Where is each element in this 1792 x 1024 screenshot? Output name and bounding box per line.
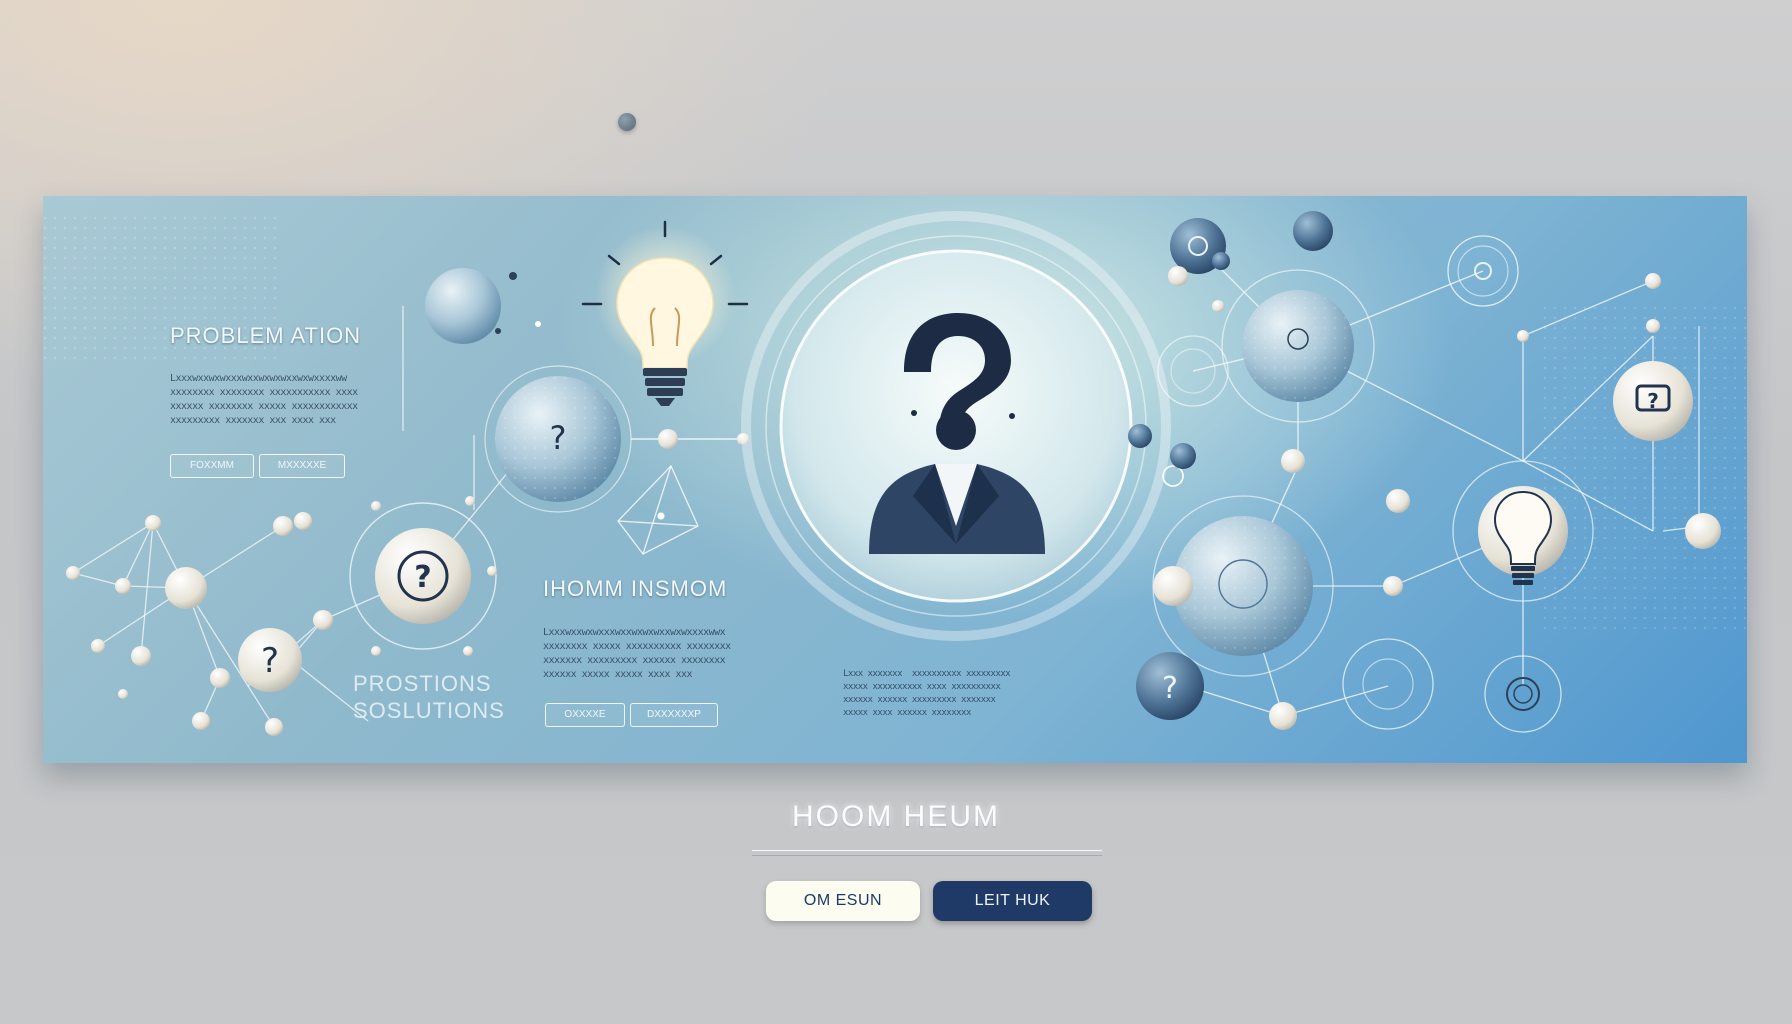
dot-texture (1543, 306, 1747, 636)
insight-text-line: xxxxxxxx xxxxx xxxxxxxxxx xxxxxxxx (543, 641, 731, 652)
problem-button-1[interactable]: FOXXMM (170, 454, 254, 478)
svg-text:?: ? (261, 641, 279, 681)
insight-button-1[interactable]: OXXXXE (545, 703, 625, 727)
problem-button-2[interactable]: MXXXXXE (259, 454, 345, 478)
secondary-cta-button[interactable]: LEIT HUK (933, 881, 1092, 921)
lightbulb-icon (581, 220, 749, 406)
decorative-dot (618, 113, 636, 131)
footer-title: HOOM HEUM (792, 800, 1000, 833)
svg-text:?: ? (1162, 671, 1178, 706)
svg-text:?: ? (1647, 389, 1659, 413)
center-text-line: xxxxx xxxx xxxxxx xxxxxxxx (843, 708, 971, 718)
problem-text-line: xxxxxxxxx xxxxxxx xxx xxxx xxx (170, 415, 336, 426)
problem-heading: PROBLEM ATION (170, 323, 362, 348)
svg-text:?: ? (414, 560, 431, 595)
problem-text-line: Lxxxwxxwxwxxxwxxwxwxwxxwxwxxxxww (170, 373, 347, 384)
insight-text-line: Lxxxwxxwxwxxxwxxwxwxwxxwxwxxxxwwx (543, 627, 726, 638)
problem-text-line: xxxxxxxx xxxxxxxx xxxxxxxxxxx xxxx (170, 387, 358, 398)
hero-banner-panel: ? ? ? ? ? PROBLEM ATION Lxxxwxxwxwxxxwxx… (43, 196, 1747, 763)
insight-text-line: xxxxxxx xxxxxxxxx xxxxxx xxxxxxxx (543, 655, 726, 666)
center-text-line: xxxxxx xxxxxx xxxxxxxxx xxxxxxx (843, 695, 996, 705)
question-node-large: ? (349, 496, 497, 656)
svg-text:?: ? (550, 419, 567, 457)
footer-divider (752, 850, 1102, 856)
problem-text-line: xxxxxx xxxxxxxx xxxxx xxxxxxxxxxxx (170, 401, 358, 412)
insight-button-2[interactable]: DXXXXXXP (630, 703, 718, 727)
question-node-small: ? (238, 628, 302, 692)
insight-text-line: xxxxxx xxxxx xxxxx xxxx xxx (543, 669, 693, 680)
center-text-line: xxxxx xxxxxxxxxx xxxx xxxxxxxxxx (843, 682, 1001, 692)
solutions-heading-line-2: SOSLUTIONS (353, 698, 505, 723)
primary-cta-button[interactable]: OM ESUN (766, 881, 920, 921)
balloon-sphere (425, 268, 541, 344)
insight-heading: IHOMM INSMOM (543, 576, 728, 601)
geometric-shape (617, 464, 699, 555)
center-text-line: Lxxx xxxxxxx xxxxxxxxxx xxxxxxxxx (843, 669, 1011, 679)
solutions-heading-line-1: PROSTIONS (353, 671, 492, 696)
